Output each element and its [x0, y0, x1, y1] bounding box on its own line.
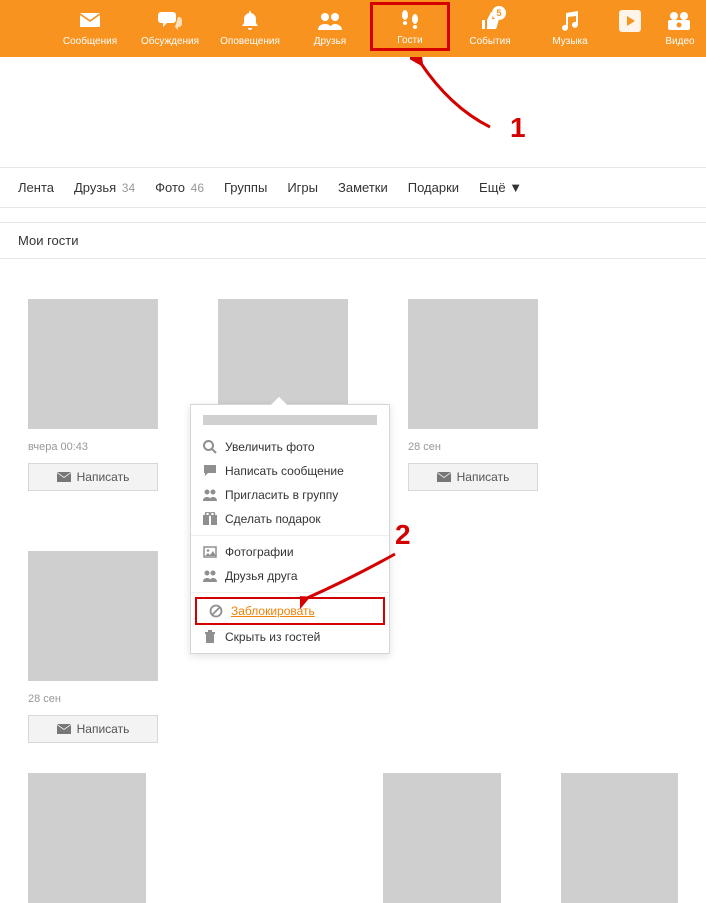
people-icon: [290, 8, 370, 34]
music-icon: [530, 8, 610, 34]
write-button[interactable]: Написать: [408, 463, 538, 491]
group-icon: [203, 488, 217, 502]
menu-photos[interactable]: Фотографии: [191, 540, 389, 564]
guest-card: 28 сен Написать: [28, 551, 158, 743]
menu-label: Друзья друга: [225, 569, 298, 583]
write-button[interactable]: Написать: [28, 715, 158, 743]
chat-icon: [130, 8, 210, 34]
tab-count: 46: [191, 181, 204, 195]
section-title: Мои гости: [0, 222, 706, 259]
avatar[interactable]: [408, 299, 538, 429]
guests-grid: вчера 00:43 Написать 28 сен Написать 28 …: [0, 259, 706, 743]
annotation-highlight-1: Гости: [370, 2, 450, 51]
tab-gifts[interactable]: Подарки: [408, 180, 459, 195]
play-icon: [610, 8, 650, 34]
people-icon: [203, 569, 217, 583]
nav-discussions[interactable]: Обсуждения: [130, 8, 210, 51]
button-label: Написать: [77, 722, 130, 736]
nav-label: Музыка: [530, 36, 610, 47]
menu-block[interactable]: Заблокировать: [197, 599, 383, 623]
annotation-number-2: 2: [395, 519, 411, 551]
tab-groups[interactable]: Группы: [224, 180, 267, 195]
menu-label: Увеличить фото: [225, 440, 315, 454]
avatar[interactable]: [383, 773, 501, 903]
tab-friends[interactable]: Друзья 34: [74, 180, 135, 195]
write-button[interactable]: Написать: [28, 463, 158, 491]
tab-label: Друзья: [74, 180, 116, 195]
avatar[interactable]: [28, 551, 158, 681]
nav-label: Видео: [650, 36, 706, 47]
annotation-arrow-1: [410, 57, 500, 137]
menu-message[interactable]: Написать сообщение: [191, 459, 389, 483]
menu-label: Пригласить в группу: [225, 488, 338, 502]
menu-invite[interactable]: Пригласить в группу: [191, 483, 389, 507]
menu-label: Скрыть из гостей: [225, 630, 320, 644]
nav-label: События: [450, 36, 530, 47]
tab-count: 34: [122, 181, 135, 195]
tab-feed[interactable]: Лента: [18, 180, 54, 195]
guest-card: 28 сен Написать: [408, 299, 538, 491]
annotation-highlight-2: Заблокировать: [195, 597, 385, 625]
footprints-icon: [377, 7, 443, 33]
annotation-number-1: 1: [510, 112, 526, 144]
avatar[interactable]: [28, 773, 146, 903]
guests-row-2: [0, 743, 706, 903]
mail-icon: [57, 472, 71, 483]
menu-gift[interactable]: Сделать подарок: [191, 507, 389, 531]
thumbs-up-icon: [450, 8, 530, 34]
video-icon: [650, 8, 706, 34]
menu-enlarge[interactable]: Увеличить фото: [191, 435, 389, 459]
mail-icon: [50, 8, 130, 34]
nav-video[interactable]: Видео: [650, 8, 706, 51]
menu-name-placeholder: [203, 415, 377, 425]
nav-notifications[interactable]: Оповещения: [210, 8, 290, 51]
nav-label: Друзья: [290, 36, 370, 47]
tab-label: Фото: [155, 180, 185, 195]
gift-icon: [203, 512, 217, 526]
nav-label: Гости: [377, 35, 443, 46]
mail-icon: [437, 472, 451, 483]
sub-nav: Лента Друзья 34 Фото 46 Группы Игры Заме…: [0, 167, 706, 208]
guest-timestamp: вчера 00:43: [28, 441, 158, 453]
annotation-layer: 1: [0, 57, 706, 167]
guest-timestamp: 28 сен: [408, 441, 538, 453]
nav-play[interactable]: [610, 8, 650, 51]
button-label: Написать: [457, 470, 510, 484]
nav-friends[interactable]: Друзья: [290, 8, 370, 51]
nav-label: Сообщения: [50, 36, 130, 47]
avatar[interactable]: [28, 299, 158, 429]
nav-label: Оповещения: [210, 36, 290, 47]
nav-music[interactable]: Музыка: [530, 8, 610, 51]
nav-events[interactable]: 5 События: [450, 8, 530, 51]
guest-card: вчера 00:43 Написать: [28, 299, 158, 491]
menu-label: Сделать подарок: [225, 512, 321, 526]
menu-label: Написать сообщение: [225, 464, 344, 478]
tab-photos[interactable]: Фото 46: [155, 180, 204, 195]
tab-games[interactable]: Игры: [287, 180, 318, 195]
chat-bubble-icon: [203, 464, 217, 478]
block-icon: [209, 604, 223, 618]
menu-hide[interactable]: Скрыть из гостей: [191, 625, 389, 649]
context-menu: Увеличить фото Написать сообщение Пригла…: [190, 404, 390, 654]
tab-notes[interactable]: Заметки: [338, 180, 388, 195]
nav-messages[interactable]: Сообщения: [50, 8, 130, 51]
menu-label: Заблокировать: [231, 604, 315, 618]
menu-mutual[interactable]: Друзья друга: [191, 564, 389, 588]
trash-icon: [203, 630, 217, 644]
nav-guests[interactable]: Гости: [370, 8, 450, 51]
photo-icon: [203, 545, 217, 559]
magnifier-icon: [203, 440, 217, 454]
menu-label: Фотографии: [225, 545, 294, 559]
avatar[interactable]: [561, 773, 679, 903]
top-nav: Сообщения Обсуждения Оповещения Друзья Г…: [0, 0, 706, 57]
tab-more[interactable]: Ещё ▼: [479, 180, 522, 195]
badge-count: 5: [492, 6, 506, 20]
button-label: Написать: [77, 470, 130, 484]
bell-icon: [210, 8, 290, 34]
mail-icon: [57, 724, 71, 735]
nav-label: Обсуждения: [130, 36, 210, 47]
guest-timestamp: 28 сен: [28, 693, 158, 705]
